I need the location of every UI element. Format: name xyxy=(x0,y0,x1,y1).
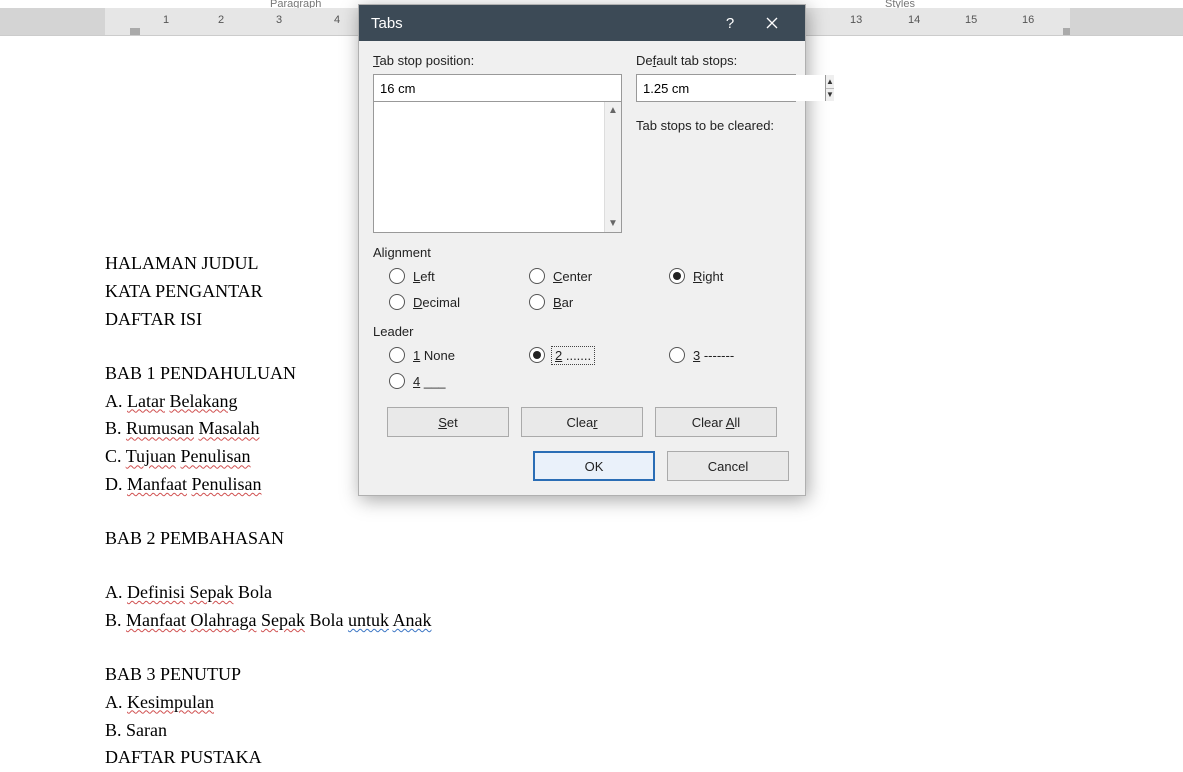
default-tab-stops-spinner[interactable]: ▲ ▼ xyxy=(636,74,796,102)
doc-line[interactable]: B. Saran xyxy=(105,717,1080,745)
ruler-mark: 15 xyxy=(965,14,977,26)
doc-line[interactable]: A. Kesimpulan xyxy=(105,689,1080,717)
ruler-mark: 16 xyxy=(1022,14,1034,26)
ruler-mark: 4 xyxy=(334,14,340,26)
leader-group: 1 None 2 ....... 3 ------- 4 ___ xyxy=(373,345,791,391)
spinner-down-icon[interactable]: ▼ xyxy=(826,89,834,102)
doc-line[interactable]: DAFTAR PUSTAKA xyxy=(105,744,1080,772)
tab-stops-listbox[interactable]: ▲ ▼ xyxy=(373,101,622,233)
leader-section-label: Leader xyxy=(373,324,791,339)
set-button[interactable]: Set xyxy=(387,407,509,437)
doc-line[interactable]: A. Definisi Sepak Bola xyxy=(105,579,1080,607)
ok-button[interactable]: OK xyxy=(533,451,655,481)
tab-stops-cleared-label: Tab stops to be cleared: xyxy=(636,118,796,133)
clear-button[interactable]: Clear xyxy=(521,407,643,437)
radio-icon xyxy=(669,268,685,284)
radio-icon xyxy=(529,294,545,310)
alignment-bar-radio[interactable]: Bar xyxy=(529,294,669,310)
radio-icon xyxy=(669,347,685,363)
ruler-indent-marker[interactable] xyxy=(130,28,140,36)
listbox-scrollbar[interactable]: ▲ ▼ xyxy=(604,102,621,232)
radio-icon xyxy=(389,347,405,363)
tabs-dialog: Tabs ? Tab stop position: ▲ ▼ xyxy=(358,4,806,496)
ruler-mark: 2 xyxy=(218,14,224,26)
ruler-left-margin xyxy=(0,8,105,35)
cancel-button[interactable]: Cancel xyxy=(667,451,789,481)
ruler-right-margin xyxy=(1070,8,1183,35)
scroll-up-icon[interactable]: ▲ xyxy=(605,102,621,119)
close-button[interactable] xyxy=(751,5,793,41)
leader-4-underscore-radio[interactable]: 4 ___ xyxy=(389,373,529,389)
help-button[interactable]: ? xyxy=(709,5,751,41)
alignment-right-radio[interactable]: Right xyxy=(669,268,809,284)
clear-all-button[interactable]: Clear All xyxy=(655,407,777,437)
doc-line[interactable]: BAB 2 PEMBAHASAN xyxy=(105,525,1080,553)
ruler-mark: 1 xyxy=(163,14,169,26)
radio-icon xyxy=(389,268,405,284)
doc-line[interactable]: B. Manfaat Olahraga Sepak Bola untuk Ana… xyxy=(105,607,1080,635)
help-icon: ? xyxy=(726,15,734,32)
leader-3-dashes-radio[interactable]: 3 ------- xyxy=(669,347,809,363)
alignment-section-label: Alignment xyxy=(373,245,791,260)
ruler-mark: 14 xyxy=(908,14,920,26)
dialog-title-text: Tabs xyxy=(371,15,403,32)
ruler-mark: 3 xyxy=(276,14,282,26)
ruler-mark: 13 xyxy=(850,14,862,26)
dialog-titlebar[interactable]: Tabs ? xyxy=(359,5,805,41)
radio-icon xyxy=(389,294,405,310)
alignment-group: Left Center Right Decimal Bar xyxy=(373,266,791,312)
alignment-left-radio[interactable]: Left xyxy=(389,268,529,284)
tab-stop-position-input[interactable] xyxy=(373,74,622,102)
scroll-down-icon[interactable]: ▼ xyxy=(605,215,621,232)
tab-stop-position-label: Tab stop position: xyxy=(373,53,622,68)
alignment-center-radio[interactable]: Center xyxy=(529,268,669,284)
spinner-up-icon[interactable]: ▲ xyxy=(826,75,834,89)
leader-1-none-radio[interactable]: 1 None xyxy=(389,347,529,363)
leader-2-dots-radio[interactable]: 2 ....... xyxy=(529,347,669,363)
close-icon xyxy=(766,17,778,29)
doc-line[interactable]: BAB 3 PENUTUP xyxy=(105,661,1080,689)
alignment-decimal-radio[interactable]: Decimal xyxy=(389,294,529,310)
default-tab-stops-label: Default tab stops: xyxy=(636,53,796,68)
radio-icon xyxy=(529,268,545,284)
radio-icon xyxy=(389,373,405,389)
radio-icon xyxy=(529,347,545,363)
default-tab-stops-input[interactable] xyxy=(637,75,825,101)
